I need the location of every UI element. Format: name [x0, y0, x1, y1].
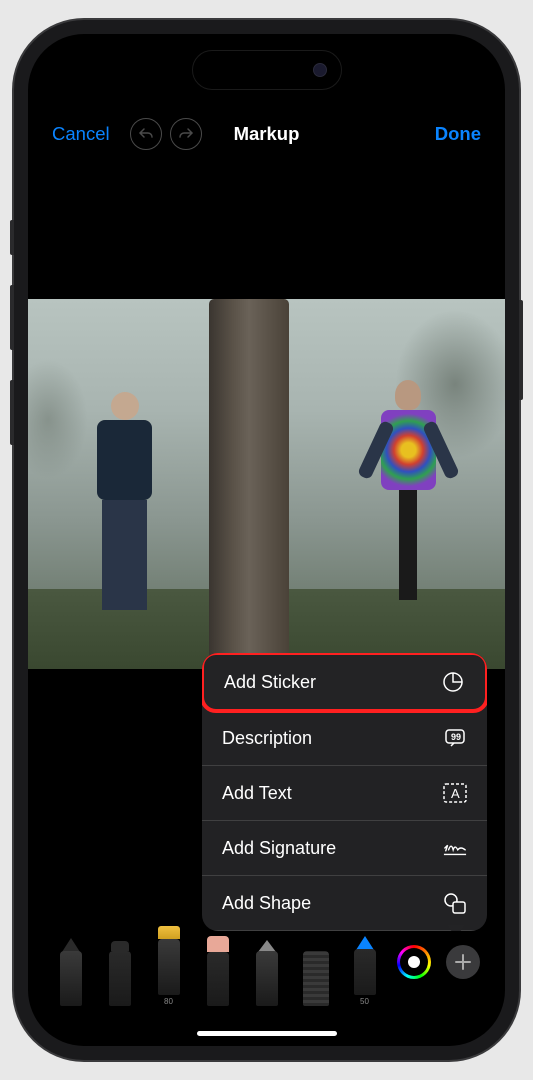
- shape-icon: [443, 891, 467, 915]
- screen: Cancel Markup Done: [28, 34, 505, 1046]
- cancel-button[interactable]: Cancel: [52, 123, 110, 145]
- add-menu-popup: Add Sticker Description 99 Add Text A Ad…: [202, 653, 487, 931]
- menu-item-label: Description: [222, 728, 312, 749]
- svg-text:99: 99: [451, 732, 461, 742]
- color-picker-button[interactable]: [397, 945, 431, 979]
- add-button[interactable]: [446, 945, 480, 979]
- menu-item-add-sticker[interactable]: Add Sticker: [202, 653, 487, 713]
- page-title: Markup: [234, 123, 300, 145]
- menu-item-label: Add Text: [222, 783, 292, 804]
- menu-item-label: Add Shape: [222, 893, 311, 914]
- svg-text:A: A: [451, 786, 460, 801]
- menu-item-label: Add Signature: [222, 838, 336, 859]
- menu-item-add-shape[interactable]: Add Shape: [202, 876, 487, 931]
- menu-item-add-signature[interactable]: Add Signature: [202, 821, 487, 876]
- iphone-frame: Cancel Markup Done: [14, 20, 519, 1060]
- menu-item-label: Add Sticker: [224, 672, 316, 693]
- highlighter-tool[interactable]: 80: [152, 926, 186, 1006]
- signature-icon: [443, 836, 467, 860]
- description-icon: 99: [443, 726, 467, 750]
- photo-canvas[interactable]: [28, 299, 505, 669]
- text-icon: A: [443, 781, 467, 805]
- home-indicator[interactable]: [197, 1031, 337, 1036]
- eraser-tool[interactable]: [201, 936, 235, 1006]
- menu-item-add-text[interactable]: Add Text A: [202, 766, 487, 821]
- sticker-icon: [441, 670, 465, 694]
- dynamic-island: [192, 50, 342, 90]
- ruler-tool[interactable]: [299, 936, 333, 1006]
- crayon-tool[interactable]: 50: [348, 936, 382, 1006]
- pencil-tool[interactable]: [250, 936, 284, 1006]
- redo-button[interactable]: [170, 118, 202, 150]
- done-button[interactable]: Done: [435, 123, 481, 145]
- menu-item-description[interactable]: Description 99: [202, 711, 487, 766]
- nav-bar: Cancel Markup Done: [28, 112, 505, 156]
- pen-tool[interactable]: [54, 936, 88, 1006]
- markup-toolbar: 80 50: [28, 936, 505, 1016]
- undo-button[interactable]: [130, 118, 162, 150]
- marker-tool[interactable]: [103, 936, 137, 1006]
